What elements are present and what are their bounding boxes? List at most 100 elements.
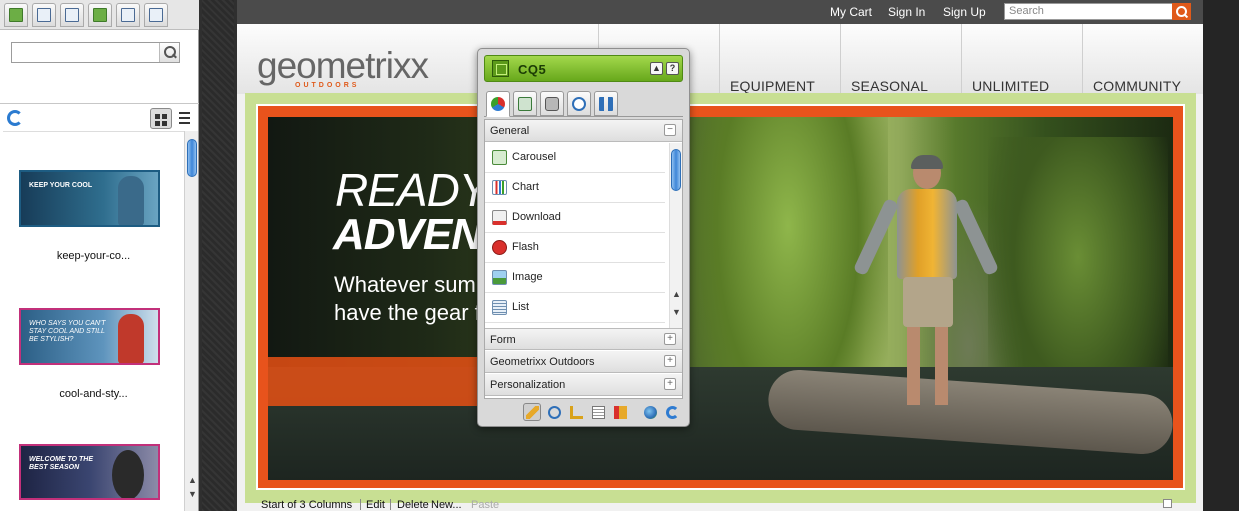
components-tab-icon[interactable] [486,91,510,117]
group-form[interactable]: Form + [485,328,682,350]
nav-community[interactable]: COMMUNITY [1093,78,1181,94]
finder-scrollbar[interactable]: ▲ ▼ [184,131,198,511]
component-list[interactable]: List [485,293,665,323]
component-download[interactable]: Download [485,203,665,233]
chart-icon [492,180,507,195]
sign-in-link[interactable]: Sign In [888,5,925,19]
finder-search-input[interactable] [11,42,180,63]
component-image[interactable]: Image [485,263,665,293]
collapse-button[interactable]: ▲ [650,62,663,75]
logo-subtitle: OUTDOORS [295,82,360,89]
asset-thumbnail: KEEP YOUR COOL [19,170,160,227]
scroll-up-icon[interactable]: ▲ [188,475,197,485]
refresh-icon[interactable] [7,110,23,126]
workflow-tab-icon[interactable] [594,91,618,116]
site-header: geometrixx OUTDOORS EQUIPMENT SEASONAL U… [237,24,1203,94]
documents-tab-icon[interactable] [32,3,56,27]
component-carousel[interactable]: Carousel [485,143,665,173]
search-icon[interactable] [159,43,179,62]
delete-button[interactable]: Delete [397,499,429,511]
paste-button[interactable]: Paste [471,499,499,511]
nav-seasonal[interactable]: SEASONAL [851,78,928,94]
checkbox[interactable] [1163,499,1172,508]
search-icon[interactable] [1172,3,1191,20]
group-label: Geometrixx Outdoors [490,356,595,368]
thumbnail-text: KEEP YOUR COOL [29,182,93,189]
nav-equipment[interactable]: EQUIPMENT [730,78,815,94]
component-chart[interactable]: Chart [485,173,665,203]
component-label: Chart [512,181,539,193]
nav-unlimited[interactable]: UNLIMITED [972,78,1049,94]
help-button[interactable]: ? [666,62,679,75]
start-columns-label: Start of 3 Columns [261,499,353,511]
window-edge [1203,0,1239,511]
asset-list: KEEP YOUR COOL keep-your-co... WHO SAYS … [3,131,184,511]
expand-group-icon[interactable]: + [664,378,676,390]
thumbnail-text: WHO SAYS YOU CAN'T STAY COOL AND STILL B… [29,320,106,343]
sidekick-toolbar [484,401,683,423]
nav-divider [719,24,720,94]
collapse-group-icon[interactable]: − [664,124,676,136]
client-context-icon[interactable] [611,403,629,421]
group-label: Form [490,334,516,346]
component-flash[interactable]: Flash [485,233,665,263]
download-icon [492,210,507,225]
sign-up-link[interactable]: Sign Up [943,5,986,19]
hero-subtext-line2: have the gear fo [334,300,494,325]
new-button[interactable]: New... [431,499,462,511]
asset-name: keep-your-co... [56,250,131,262]
scrollbar-thumb[interactable] [187,139,197,177]
scroll-up-icon[interactable]: ▲ [672,289,681,299]
sidekick-panel[interactable]: CQ5 ▲ ? General − Carousel Chart Downloa… [477,48,690,427]
design-icon[interactable] [567,403,585,421]
site-search-input[interactable]: Search [1004,3,1190,20]
preview-icon[interactable] [545,403,563,421]
image-icon [492,270,507,285]
website-icon[interactable] [641,403,659,421]
page-tab-icon[interactable] [513,91,537,116]
group-geometrixx-outdoors[interactable]: Geometrixx Outdoors + [485,351,682,373]
pages-tab-icon[interactable] [116,3,140,27]
divider [390,499,391,510]
versioning-tab-icon[interactable] [567,91,591,116]
group-label: General [490,125,530,137]
refresh-icon[interactable] [663,403,681,421]
paragraphs-tab-icon[interactable] [144,3,168,27]
edit-button[interactable]: Edit [366,499,385,511]
scroll-down-icon[interactable]: ▼ [672,307,681,317]
component-label: Image [512,271,543,283]
hiker-figure [852,155,1000,417]
lock-tab-icon[interactable] [540,91,564,116]
thumbnail-figure [118,314,144,363]
grid-view-icon[interactable] [150,108,172,129]
list-view-icon[interactable] [179,112,190,124]
edit-icon[interactable] [523,403,541,421]
component-label: Download [512,211,561,223]
component-label: Carousel [512,151,557,163]
scaffolding-icon[interactable] [589,403,607,421]
expand-group-icon[interactable]: + [664,355,676,367]
group-general[interactable]: General − [485,120,682,142]
thumbnail-figure [118,176,144,225]
my-cart-link[interactable]: My Cart [830,5,872,19]
movies-tab-icon[interactable] [60,3,84,27]
screen: KEEP YOUR COOL keep-your-co... WHO SAYS … [0,0,1239,511]
flash-tab-icon[interactable] [88,3,112,27]
images-tab-icon[interactable] [4,3,28,27]
sidekick-scrollbar[interactable]: ▲ ▼ [669,143,682,328]
thumbnail-text: WELCOME TO THE BEST SEASON [29,456,94,471]
site-search-placeholder: Search [1009,5,1044,17]
content-finder: KEEP YOUR COOL keep-your-co... WHO SAYS … [0,0,199,511]
logo[interactable]: geometrixx [257,47,429,84]
expand-group-icon[interactable]: + [664,333,676,345]
parsys-bar: Start of 3 Columns Edit Delete New... Pa… [259,497,1199,511]
hero-subtext-line1: Whatever summ [334,272,495,297]
component-label: List [512,301,530,313]
scroll-down-icon[interactable]: ▼ [188,489,197,499]
sidekick-tabs [484,89,683,117]
component-groups: General − Carousel Chart Download Flash [484,119,683,399]
scrollbar-thumb[interactable] [671,149,681,191]
group-personalization[interactable]: Personalization + [485,374,682,396]
sidekick-header[interactable]: CQ5 ▲ ? [484,55,683,82]
panel-splitter[interactable] [199,0,237,511]
